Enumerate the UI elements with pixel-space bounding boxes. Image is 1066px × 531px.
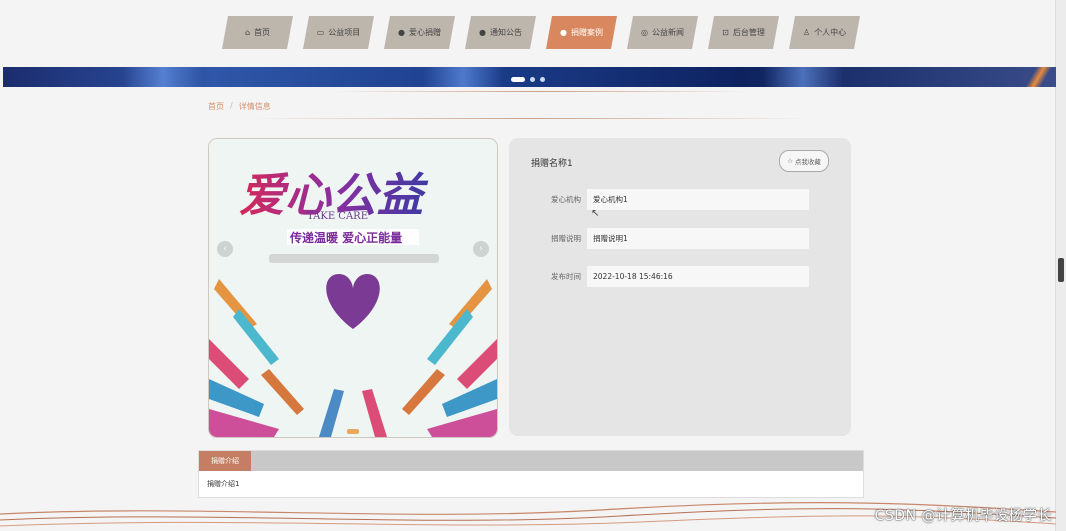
mouse-cursor-icon: ↖	[591, 208, 600, 219]
nav-item-label: 个人中心	[814, 28, 847, 37]
nav-item-3[interactable]: ● 通知公告	[465, 16, 536, 49]
decorative-divider	[330, 91, 750, 92]
banner-flare	[1016, 67, 1056, 87]
scrollbar-thumb[interactable]	[1058, 258, 1064, 282]
top-nav: ⌂ 首页 ▭ 公益项目 ● 爱心捐赠 ● 通知公告 ● 捐赠案例 ◎ 公益新闻 ⊡ 后台管理 ♙ 个人中心	[222, 16, 860, 49]
detail-title: 捐赠名称1	[531, 159, 573, 169]
field-label: 捐赠说明	[551, 234, 581, 243]
question-circle-icon: ●	[479, 28, 486, 37]
field-value: 捐赠说明1	[587, 228, 809, 249]
briefcase-icon: ▭	[316, 28, 325, 37]
nav-item-label: 公益项目	[328, 28, 361, 37]
poster-subtitle: TAKE CARE	[307, 211, 368, 222]
intro-section: 捐赠介绍 捐赠介绍1	[198, 450, 864, 498]
breadcrumb: 首页 / 详情信息	[208, 101, 271, 112]
image-gallery: 爱心公益 TAKE CARE 传递温暖 爱心正能量 ‹ ›	[208, 138, 498, 438]
nav-item-label: 后台管理	[732, 28, 765, 37]
field-row-org: 爱心机构 爱心机构1	[509, 189, 809, 210]
nav-item-5[interactable]: ◎ 公益新闻	[627, 16, 698, 49]
nav-item-1[interactable]: ▭ 公益项目	[303, 16, 374, 49]
carousel-dots	[511, 77, 545, 82]
home-icon: ⌂	[244, 28, 251, 37]
field-value: 2022-10-18 15:46:16	[587, 266, 809, 287]
breadcrumb-separator: /	[230, 101, 233, 110]
info-circle-icon: ●	[560, 28, 567, 37]
nav-item-6[interactable]: ⊡ 后台管理	[708, 16, 779, 49]
nav-item-label: 爱心捐赠	[408, 28, 441, 37]
gallery-next-arrow[interactable]: ›	[473, 241, 489, 257]
star-icon: ☆	[787, 157, 793, 165]
field-row-desc: 捐赠说明 捐赠说明1	[509, 228, 809, 249]
settings-box-icon: ⊡	[722, 28, 729, 37]
nav-item-2[interactable]: ● 爱心捐赠	[384, 16, 455, 49]
nav-item-label: 公益新闻	[651, 28, 684, 37]
breadcrumb-home[interactable]: 首页	[208, 101, 224, 112]
decorative-divider	[250, 118, 810, 119]
intro-content: 捐赠介绍1	[207, 480, 240, 488]
gallery-prev-arrow[interactable]: ‹	[217, 241, 233, 257]
favorite-label: 点我收藏	[794, 158, 821, 166]
nav-item-4[interactable]: ● 捐赠案例	[546, 16, 617, 49]
poster-image: 爱心公益 TAKE CARE 传递温暖 爱心正能量	[209, 139, 497, 437]
favorite-button[interactable]: ☆ 点我收藏	[779, 150, 829, 172]
tab-intro[interactable]: 捐赠介绍	[199, 451, 251, 471]
csdn-watermark: CSDN @计算机毕设杨学长	[874, 508, 1052, 524]
nav-item-label: 通知公告	[489, 28, 522, 37]
breadcrumb-current: 详情信息	[238, 102, 271, 111]
nav-item-0[interactable]: ⌂ 首页	[222, 16, 293, 49]
field-row-time: 发布时间 2022-10-18 15:46:16	[509, 266, 809, 287]
carousel-dot[interactable]	[530, 77, 535, 82]
field-label: 爱心机构	[551, 195, 581, 204]
user-icon: ♙	[802, 28, 811, 37]
carousel-dot[interactable]	[540, 77, 545, 82]
detail-card: 捐赠名称1 ☆ 点我收藏 爱心机构 爱心机构1 捐赠说明 捐赠说明1 发布时间 …	[509, 138, 851, 436]
banner-light-streak	[423, 67, 503, 87]
nav-item-label: 捐赠案例	[570, 28, 603, 37]
carousel-dot-active[interactable]	[511, 77, 525, 82]
field-value: 爱心机构1	[587, 189, 809, 210]
banner-light-streak	[123, 67, 203, 87]
intro-tabbar: 捐赠介绍	[199, 451, 863, 471]
nav-item-7[interactable]: ♙ 个人中心	[789, 16, 860, 49]
banner-light-streak	[763, 67, 843, 87]
heart-circle-icon: ●	[398, 28, 405, 37]
page-scrollbar[interactable]	[1055, 0, 1066, 531]
field-label: 发布时间	[551, 272, 581, 281]
poster-slogan: 传递温暖 爱心正能量	[289, 230, 402, 245]
globe-icon: ◎	[641, 28, 648, 37]
nav-item-label: 首页	[254, 28, 271, 37]
